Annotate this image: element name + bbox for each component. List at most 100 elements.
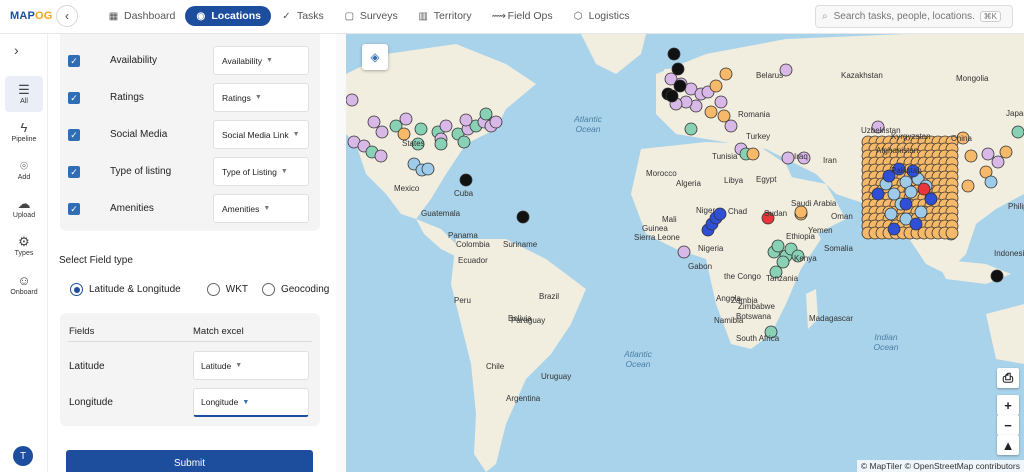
location-marker[interactable] xyxy=(671,62,685,76)
longitude-select[interactable]: Longitude ▼ xyxy=(193,388,309,417)
location-marker[interactable] xyxy=(746,147,760,161)
location-marker[interactable] xyxy=(374,149,388,163)
print-button[interactable]: ⎙ xyxy=(997,368,1019,388)
location-marker[interactable] xyxy=(673,79,687,93)
global-search[interactable]: ⌕ ⌘K xyxy=(815,5,1013,28)
latitude-select[interactable]: Latitude ▼ xyxy=(193,351,309,380)
pin-icon: ⌾ xyxy=(20,158,28,173)
location-marker[interactable] xyxy=(719,67,733,81)
nav-field-ops[interactable]: ⟿ Field Ops xyxy=(482,6,563,26)
location-marker[interactable] xyxy=(776,255,790,269)
nav-surveys[interactable]: ▢ Surveys xyxy=(334,6,408,26)
back-button[interactable]: ‹ xyxy=(56,5,78,27)
location-marker[interactable] xyxy=(981,147,995,161)
location-marker[interactable] xyxy=(1011,125,1024,139)
location-marker[interactable] xyxy=(677,245,691,259)
location-marker[interactable] xyxy=(665,89,679,103)
map-canvas[interactable] xyxy=(346,34,1024,472)
layers-button[interactable]: ◈ xyxy=(362,44,388,70)
location-marker[interactable] xyxy=(704,105,718,119)
checkbox-checked-icon[interactable]: ✓ xyxy=(68,165,80,178)
location-marker[interactable] xyxy=(887,222,901,236)
location-marker[interactable] xyxy=(375,125,389,139)
location-marker[interactable] xyxy=(421,162,435,176)
select-value: Latitude xyxy=(201,360,232,371)
location-marker[interactable] xyxy=(479,107,493,121)
nav-territory[interactable]: ▥ Territory xyxy=(408,6,482,26)
leftnav-all[interactable]: ☰ All xyxy=(5,76,43,112)
location-marker[interactable] xyxy=(914,205,928,219)
reset-bearing-button[interactable]: ▲ xyxy=(997,435,1019,455)
nav-label: Surveys xyxy=(359,10,398,22)
location-marker[interactable] xyxy=(717,109,731,123)
location-marker[interactable] xyxy=(457,135,471,149)
leftnav-onboard[interactable]: ☺ Onboard xyxy=(5,267,43,303)
location-marker[interactable] xyxy=(990,269,1004,283)
location-marker[interactable] xyxy=(999,145,1013,159)
checkbox-checked-icon[interactable]: ✓ xyxy=(68,91,80,104)
location-marker[interactable] xyxy=(414,122,428,136)
location-marker[interactable] xyxy=(871,187,885,201)
nav-dashboard[interactable]: ▦ Dashboard xyxy=(98,6,185,26)
location-marker[interactable] xyxy=(887,187,901,201)
location-marker[interactable] xyxy=(724,119,738,133)
search-input[interactable] xyxy=(833,11,974,22)
location-marker[interactable] xyxy=(924,192,938,206)
map-view[interactable]: States Mexico Cuba Guatemala Panama Colombia S… xyxy=(346,34,1024,472)
zoom-in-button[interactable]: + xyxy=(997,395,1019,415)
location-marker[interactable] xyxy=(984,175,998,189)
location-marker[interactable] xyxy=(781,151,795,165)
location-marker[interactable] xyxy=(899,197,913,211)
radio-geocoding[interactable]: Geocoding xyxy=(261,283,329,296)
map-country-label: Philippines xyxy=(1008,202,1024,211)
leftnav-types[interactable]: ⚙ Types xyxy=(5,228,43,264)
nav-logistics[interactable]: ⬡ Logistics xyxy=(563,6,640,26)
location-marker[interactable] xyxy=(945,226,959,240)
location-marker[interactable] xyxy=(459,113,473,127)
filter-select[interactable]: Ratings ▼ xyxy=(213,83,309,112)
location-marker[interactable] xyxy=(684,122,698,136)
location-marker[interactable] xyxy=(714,95,728,109)
checkbox-checked-icon[interactable]: ✓ xyxy=(68,128,80,141)
leftnav-upload[interactable]: ☁ Upload xyxy=(5,190,43,226)
filter-select[interactable]: Availability ▼ xyxy=(213,46,309,75)
location-marker[interactable] xyxy=(961,179,975,193)
leftnav-pipeline[interactable]: ϟ Pipeline xyxy=(5,114,43,150)
location-marker[interactable] xyxy=(884,207,898,221)
checkbox-checked-icon[interactable]: ✓ xyxy=(68,202,80,215)
location-marker[interactable] xyxy=(909,217,923,231)
location-marker[interactable] xyxy=(917,182,931,196)
location-marker[interactable] xyxy=(434,137,448,151)
radio-wkt[interactable]: WKT xyxy=(206,283,248,296)
radio-unchecked-icon xyxy=(206,283,220,296)
checkbox-checked-icon[interactable]: ✓ xyxy=(68,54,80,67)
avatar[interactable]: T xyxy=(13,446,33,466)
location-marker[interactable] xyxy=(709,79,723,93)
app-logo[interactable]: MAPOG xyxy=(10,10,53,22)
location-marker[interactable] xyxy=(964,149,978,163)
location-marker[interactable] xyxy=(367,115,381,129)
field-type-options: Latitude & Longitude WKT Geocoding xyxy=(70,283,329,296)
leftnav-add[interactable]: ⌾ Add xyxy=(5,152,43,188)
location-marker[interactable] xyxy=(516,210,530,224)
location-marker[interactable] xyxy=(771,239,785,253)
panel-resize-handle[interactable] xyxy=(336,34,346,472)
zoom-out-button[interactable]: − xyxy=(997,415,1019,435)
filter-select[interactable]: Social Media Link ▼ xyxy=(213,120,309,149)
location-marker[interactable] xyxy=(399,112,413,126)
location-marker[interactable] xyxy=(713,207,727,221)
location-marker[interactable] xyxy=(439,119,453,133)
nav-tasks[interactable]: ✓ Tasks xyxy=(271,6,334,26)
expand-sidebar-button[interactable]: › xyxy=(14,42,19,58)
submit-button[interactable]: Submit xyxy=(66,450,313,472)
nav-locations[interactable]: ◉ Locations xyxy=(185,6,271,26)
location-marker[interactable] xyxy=(346,93,359,107)
location-marker[interactable] xyxy=(904,185,918,199)
filter-select[interactable]: Type of Listing ▼ xyxy=(213,157,309,186)
location-marker[interactable] xyxy=(459,173,473,187)
location-marker[interactable] xyxy=(667,47,681,61)
location-marker[interactable] xyxy=(991,155,1005,169)
radio-lat-long[interactable]: Latitude & Longitude xyxy=(70,283,181,296)
location-marker[interactable] xyxy=(489,115,503,129)
filter-select[interactable]: Amenities ▼ xyxy=(213,194,309,223)
